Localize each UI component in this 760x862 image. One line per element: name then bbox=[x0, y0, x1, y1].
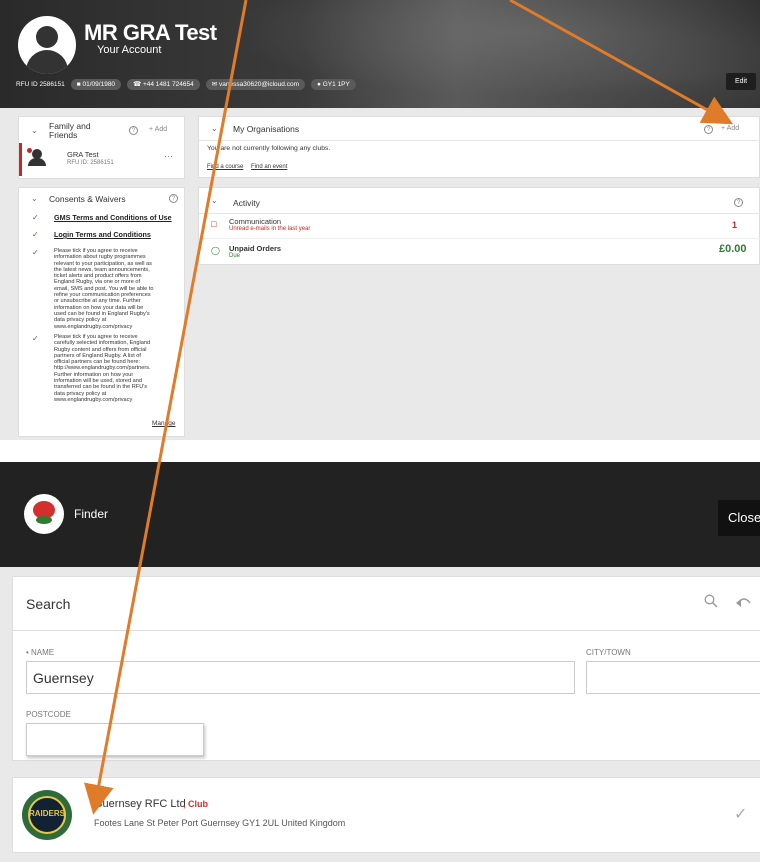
search-icon[interactable] bbox=[704, 594, 718, 608]
no-clubs-text: You are not currently following any club… bbox=[207, 145, 331, 152]
consent-partners-text: Please tick if you agree to receive care… bbox=[54, 334, 151, 403]
member-marker bbox=[19, 143, 22, 176]
avatar bbox=[18, 16, 76, 74]
clock-icon: ◯ bbox=[211, 246, 220, 255]
message-icon: □ bbox=[211, 219, 217, 229]
orders-value: £0.00 bbox=[719, 243, 747, 255]
check-icon[interactable]: ✓ bbox=[32, 334, 39, 343]
phone-pill: ☎ +44 1481 724654 bbox=[127, 79, 200, 90]
chevron-down-icon[interactable]: ⌄ bbox=[211, 124, 218, 133]
member-avatar bbox=[27, 148, 47, 166]
header-background bbox=[180, 0, 760, 108]
consents-card: ⌄ Consents & Waivers ? ✓ GMS Terms and C… bbox=[18, 187, 185, 437]
help-icon[interactable]: ? bbox=[129, 126, 138, 135]
activity-title: Activity bbox=[233, 198, 260, 208]
dob-pill: ■ 01/09/1980 bbox=[70, 79, 122, 90]
search-title: Search bbox=[26, 596, 71, 612]
divider bbox=[199, 140, 760, 141]
result-card[interactable] bbox=[12, 777, 760, 853]
profile-details: RFU ID 2586151 ■ 01/09/1980 ☎ +44 1481 7… bbox=[16, 79, 356, 90]
reset-icon[interactable] bbox=[736, 596, 752, 608]
club-address: Footes Lane St Peter Port Guernsey GY1 2… bbox=[94, 818, 346, 828]
club-type: , Club bbox=[183, 799, 208, 809]
divider bbox=[199, 213, 760, 214]
communication-sub: Unread e-mails in the last year bbox=[229, 226, 311, 232]
finder-screenshot: Finder Close Search • NAME Guernsey CITY… bbox=[0, 462, 760, 862]
member-id: RFU ID: 2586151 bbox=[67, 160, 114, 166]
organisations-title: My Organisations bbox=[233, 124, 300, 134]
communication-title[interactable]: Communication bbox=[229, 217, 281, 226]
divider bbox=[13, 630, 760, 631]
check-icon: ✓ bbox=[32, 230, 39, 239]
edit-button[interactable]: Edit bbox=[726, 73, 756, 90]
family-title: Family and Friends bbox=[49, 121, 91, 140]
activity-card: ⌄ Activity ? □ Communication Unread e-ma… bbox=[198, 187, 760, 265]
divider bbox=[199, 238, 760, 239]
help-icon[interactable]: ? bbox=[704, 125, 713, 134]
profile-subtitle: Your Account bbox=[97, 44, 162, 56]
organisations-card: ⌄ My Organisations ? + Add You are not c… bbox=[198, 116, 760, 178]
consent-news-text: Please tick if you agree to receive info… bbox=[54, 248, 154, 330]
close-button[interactable]: Close bbox=[718, 500, 760, 536]
england-rose-logo bbox=[24, 494, 64, 534]
name-input[interactable]: Guernsey bbox=[26, 661, 575, 694]
chevron-down-icon[interactable]: ⌄ bbox=[31, 194, 38, 203]
finder-header bbox=[0, 462, 760, 567]
name-label: • NAME bbox=[26, 648, 55, 657]
profile-name: MR GRA Test bbox=[84, 20, 217, 45]
email-pill: ✉ vanessa30620@icloud.com bbox=[205, 79, 305, 90]
help-icon[interactable]: ? bbox=[169, 194, 178, 203]
postcode-pill: ● GY1 1PY bbox=[310, 79, 356, 90]
help-icon[interactable]: ? bbox=[734, 198, 743, 207]
consent-gms-link[interactable]: GMS Terms and Conditions of Use bbox=[54, 213, 172, 222]
find-course-link[interactable]: Find a course bbox=[207, 164, 243, 170]
finder-title: Finder bbox=[74, 507, 109, 521]
club-badge: RAIDERS bbox=[22, 790, 72, 840]
organisations-add-button[interactable]: + Add bbox=[721, 125, 739, 132]
select-check-icon[interactable]: ✓ bbox=[734, 804, 747, 824]
family-card: ⌄ Family and Friends ? + Add GRA Test RF… bbox=[18, 116, 185, 179]
city-input[interactable] bbox=[586, 661, 760, 694]
rfu-id: RFU ID 2586151 bbox=[16, 81, 65, 88]
postcode-input[interactable] bbox=[26, 723, 204, 756]
postcode-label: POSTCODE bbox=[26, 710, 71, 719]
family-add-button[interactable]: + Add bbox=[149, 126, 167, 133]
check-icon: ✓ bbox=[32, 213, 39, 222]
consents-title: Consents & Waivers bbox=[49, 194, 126, 204]
city-label: CITY/TOWN bbox=[586, 648, 631, 657]
orders-title[interactable]: Unpaid Orders bbox=[229, 244, 281, 253]
chevron-down-icon[interactable]: ⌄ bbox=[31, 126, 38, 135]
member-name[interactable]: GRA Test bbox=[67, 150, 99, 159]
find-event-link[interactable]: Find an event bbox=[251, 164, 287, 170]
account-screenshot: MR GRA Test Your Account RFU ID 2586151 … bbox=[0, 0, 760, 440]
orders-sub: Due bbox=[229, 253, 241, 259]
communication-count: 1 bbox=[732, 220, 738, 230]
check-icon[interactable]: ✓ bbox=[32, 248, 39, 257]
manage-link[interactable]: Manage bbox=[152, 420, 176, 427]
club-name[interactable]: Guernsey RFC Ltd bbox=[94, 798, 186, 810]
member-menu-button[interactable]: ··· bbox=[164, 151, 173, 161]
chevron-down-icon[interactable]: ⌄ bbox=[211, 196, 218, 205]
consent-login-link[interactable]: Login Terms and Conditions bbox=[54, 230, 151, 239]
